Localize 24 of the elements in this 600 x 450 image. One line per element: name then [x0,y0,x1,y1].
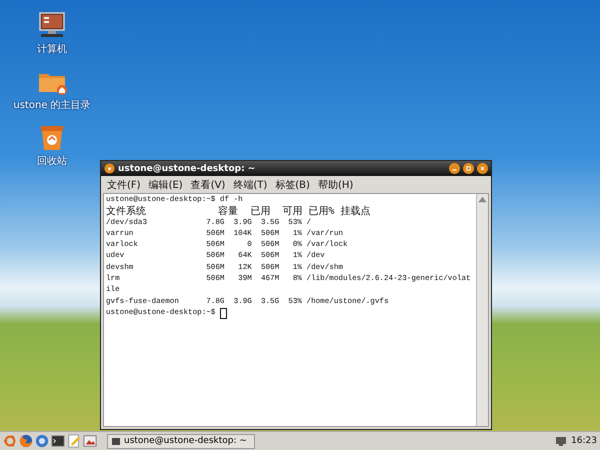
icon-label: 回收站 [37,154,67,168]
menu-item[interactable]: 文件(F) [107,178,141,192]
terminal-app-icon [104,163,115,174]
terminal-icon[interactable] [51,434,65,448]
scrollbar[interactable] [476,194,488,426]
menu-item[interactable]: 终端(T) [233,178,268,192]
window-title: ustone@ustone-desktop: ~ [118,164,256,174]
terminal-icon [112,438,120,444]
image-viewer-icon[interactable] [83,434,97,448]
desktop-icon[interactable]: ustone 的主目录 [14,66,90,112]
terminal-line: 文件系统 容量 已用 可用 已用% 挂载点 [106,206,372,218]
desktop-icon[interactable]: 计算机 [14,10,90,56]
taskbar-button[interactable]: ustone@ustone-desktop: ~ [107,434,255,448]
clock[interactable]: 16:23 [571,436,597,446]
menu-item[interactable]: 查看(V) [190,178,226,192]
menu-item[interactable]: 帮助(H) [318,178,354,192]
ubuntu-logo-icon[interactable] [3,434,17,448]
scroll-up-icon[interactable] [477,194,488,205]
icon-label: ustone 的主目录 [13,98,91,112]
menu-item[interactable]: 标签(B) [275,178,310,192]
text-cursor [220,308,227,320]
menu-item[interactable]: 编辑(E) [148,178,183,192]
icon-label: 计算机 [37,42,67,56]
globe-fox-icon[interactable] [19,434,33,448]
